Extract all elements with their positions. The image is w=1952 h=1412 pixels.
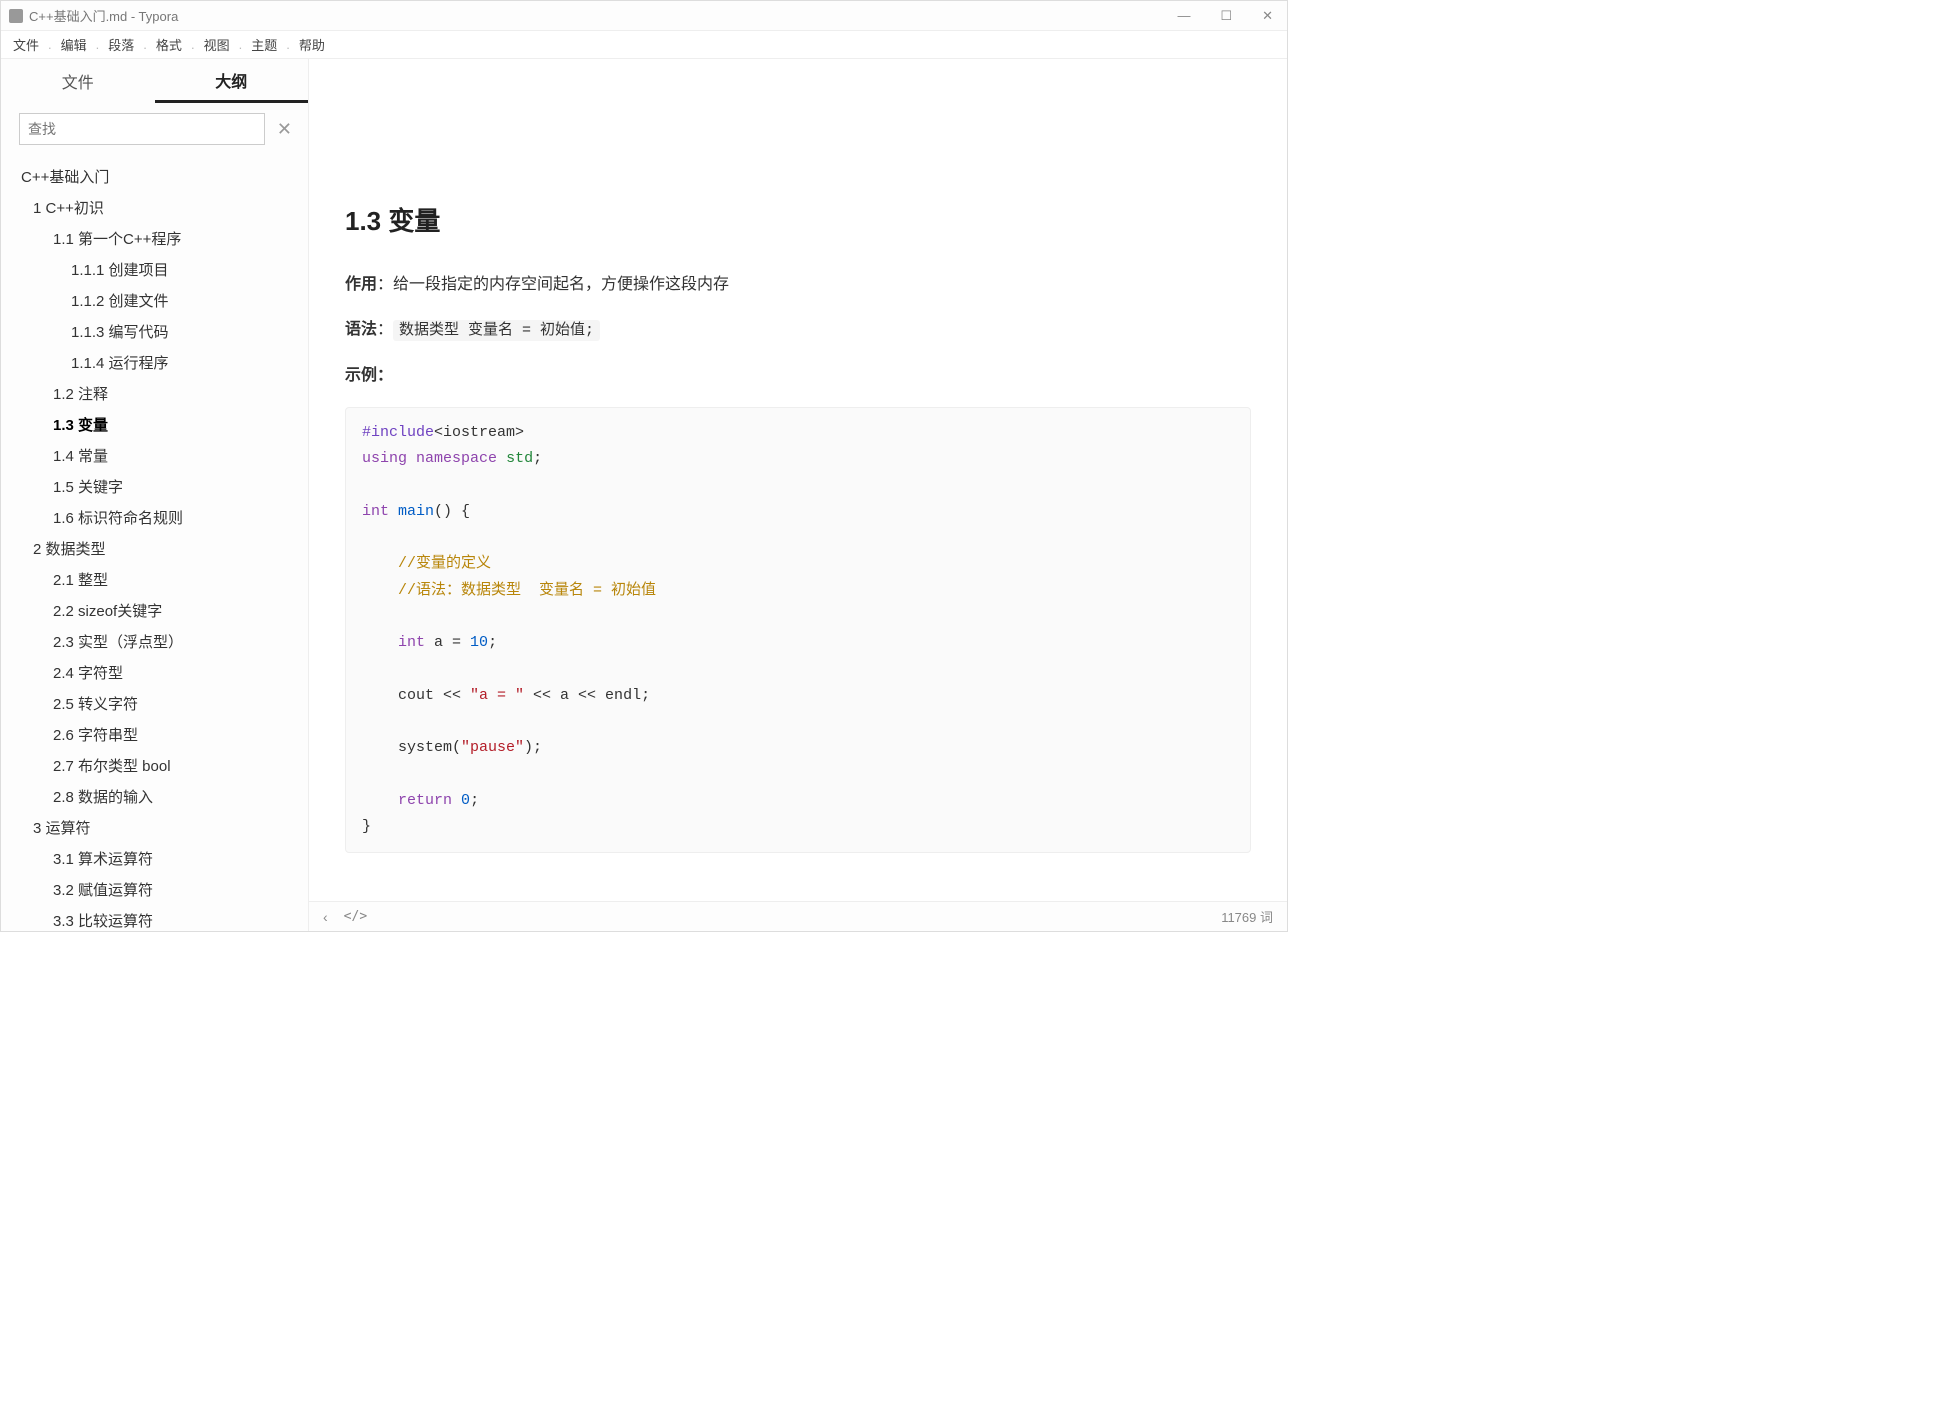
outline-item-16[interactable]: 2.4 字符型 (1, 657, 304, 688)
outline-item-8[interactable]: 1.3 变量 (1, 409, 304, 440)
menu-edit[interactable]: 编辑 (53, 33, 95, 56)
menubar: 文件. 编辑. 段落. 格式. 视图. 主题. 帮助 (1, 31, 1287, 59)
outline-item-4[interactable]: 1.1.2 创建文件 (1, 285, 304, 316)
outline-item-20[interactable]: 2.8 数据的输入 (1, 781, 304, 812)
body-area: 文件 大纲 ✕ C++基础入门1 C++初识1.1 第一个C++程序1.1.1 … (1, 59, 1287, 931)
outline-item-0[interactable]: C++基础入门 (1, 161, 304, 192)
editor-wrap: 1.3 变量 作用：给一段指定的内存空间起名，方便操作这段内存 语法：数据类型 … (309, 59, 1287, 931)
sidebar-tabs: 文件 大纲 (1, 59, 308, 103)
outline-item-6[interactable]: 1.1.4 运行程序 (1, 347, 304, 378)
paragraph-role: 作用：给一段指定的内存空间起名，方便操作这段内存 (345, 271, 1251, 298)
outline-item-12[interactable]: 2 数据类型 (1, 533, 304, 564)
close-button[interactable]: ✕ (1256, 8, 1279, 24)
back-button[interactable]: ‹ (323, 909, 328, 925)
outline-item-22[interactable]: 3.1 算术运算符 (1, 843, 304, 874)
menu-view[interactable]: 视图 (196, 33, 238, 56)
outline-item-13[interactable]: 2.1 整型 (1, 564, 304, 595)
role-label: 作用 (345, 276, 377, 293)
syntax-label: 语法 (345, 321, 377, 338)
outline-item-17[interactable]: 2.5 转义字符 (1, 688, 304, 719)
outline-item-1[interactable]: 1 C++初识 (1, 192, 304, 223)
outline-item-15[interactable]: 2.3 实型（浮点型） (1, 626, 304, 657)
menu-file[interactable]: 文件 (5, 33, 47, 56)
source-mode-toggle[interactable]: </> (344, 909, 367, 924)
tab-outline[interactable]: 大纲 (155, 58, 309, 103)
example-label: 示例： (345, 367, 393, 384)
word-count[interactable]: 11769 词 (1221, 907, 1273, 926)
editor[interactable]: 1.3 变量 作用：给一段指定的内存空间起名，方便操作这段内存 语法：数据类型 … (309, 59, 1287, 901)
outline-item-9[interactable]: 1.4 常量 (1, 440, 304, 471)
outline-item-5[interactable]: 1.1.3 编写代码 (1, 316, 304, 347)
maximize-button[interactable]: ☐ (1214, 8, 1238, 24)
paragraph-example: 示例： (345, 362, 1251, 389)
menu-paragraph[interactable]: 段落 (100, 33, 142, 56)
menu-help[interactable]: 帮助 (291, 33, 333, 56)
search-close-icon[interactable]: ✕ (273, 119, 296, 140)
outline-item-10[interactable]: 1.5 关键字 (1, 471, 304, 502)
outline-item-18[interactable]: 2.6 字符串型 (1, 719, 304, 750)
window-controls: — ☐ ✕ (1171, 8, 1279, 24)
code-block[interactable]: #include<iostream> using namespace std; … (345, 407, 1251, 853)
outline-item-2[interactable]: 1.1 第一个C++程序 (1, 223, 304, 254)
paragraph-syntax: 语法：数据类型 变量名 = 初始值; (345, 316, 1251, 344)
app-window: C++基础入门.md - Typora — ☐ ✕ 文件. 编辑. 段落. 格式… (0, 0, 1288, 932)
tab-files[interactable]: 文件 (1, 59, 155, 103)
outline-item-21[interactable]: 3 运算符 (1, 812, 304, 843)
outline-item-3[interactable]: 1.1.1 创建项目 (1, 254, 304, 285)
sidebar: 文件 大纲 ✕ C++基础入门1 C++初识1.1 第一个C++程序1.1.1 … (1, 59, 309, 931)
search-row: ✕ (1, 103, 308, 153)
outline-item-7[interactable]: 1.2 注释 (1, 378, 304, 409)
outline-item-24[interactable]: 3.3 比较运算符 (1, 905, 304, 931)
menu-theme[interactable]: 主题 (243, 33, 285, 56)
statusbar: ‹ </> 11769 词 (309, 901, 1287, 931)
outline-panel[interactable]: C++基础入门1 C++初识1.1 第一个C++程序1.1.1 创建项目1.1.… (1, 153, 308, 931)
syntax-code-inline: 数据类型 变量名 = 初始值; (393, 320, 600, 341)
heading-1-3: 1.3 变量 (345, 199, 1251, 243)
outline-item-11[interactable]: 1.6 标识符命名规则 (1, 502, 304, 533)
window-title: C++基础入门.md - Typora (29, 6, 1171, 25)
outline-item-14[interactable]: 2.2 sizeof关键字 (1, 595, 304, 626)
outline-item-19[interactable]: 2.7 布尔类型 bool (1, 750, 304, 781)
app-icon (9, 9, 23, 23)
menu-format[interactable]: 格式 (148, 33, 190, 56)
search-input[interactable] (19, 113, 265, 145)
outline-item-23[interactable]: 3.2 赋值运算符 (1, 874, 304, 905)
minimize-button[interactable]: — (1171, 8, 1196, 24)
titlebar: C++基础入门.md - Typora — ☐ ✕ (1, 1, 1287, 31)
